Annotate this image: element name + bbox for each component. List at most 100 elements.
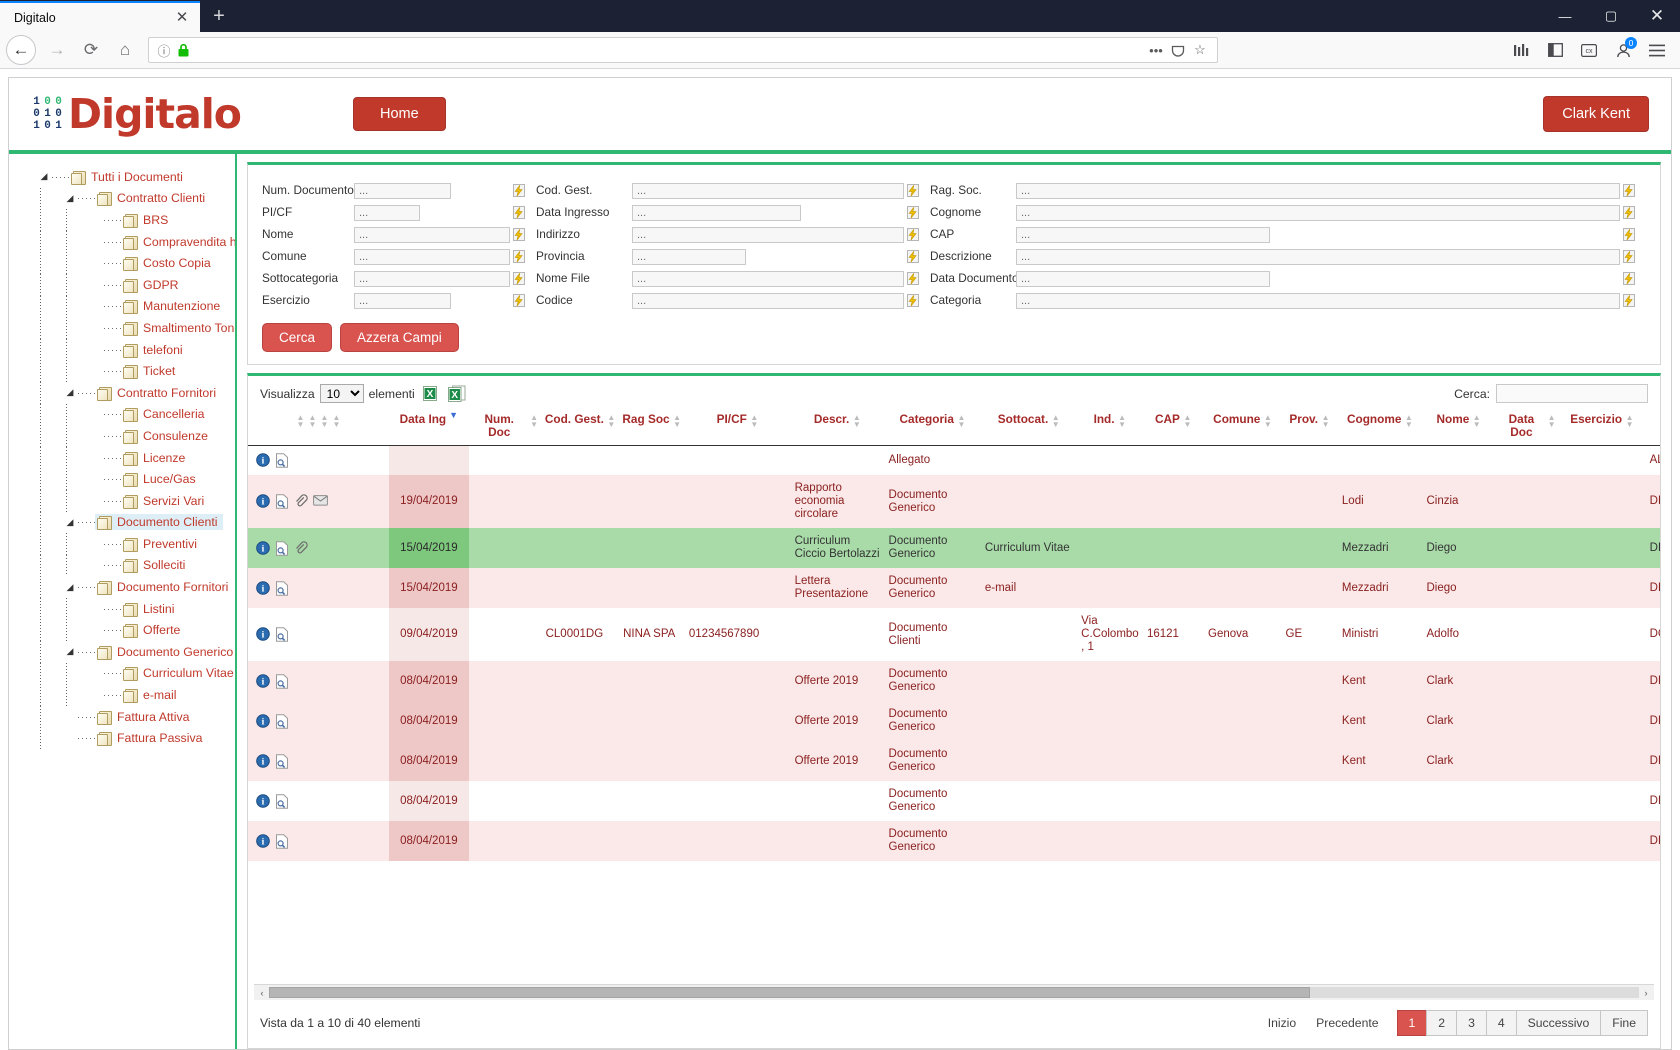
table-row[interactable]: i 08/04/2019 Offerte 2019 Documento Generic…	[248, 661, 1660, 701]
input-data-documento[interactable]	[1016, 271, 1270, 287]
tree-node-content[interactable]: GDPR	[121, 277, 185, 293]
table-header-num-doc[interactable]: Num. Doc ▲ ▼	[468, 409, 542, 446]
tree-node-content[interactable]: Curriculum Vitae	[121, 665, 235, 682]
excel-export-icon[interactable]: X	[422, 385, 440, 403]
lookup-lightning-icon[interactable]	[904, 204, 922, 220]
tree-node-content[interactable]: Servizi Vari	[121, 493, 210, 509]
table-header-sottocat[interactable]: Sottocat. ▲ ▼	[980, 409, 1078, 446]
scroll-track[interactable]	[269, 987, 1639, 998]
info-icon[interactable]: i	[256, 580, 271, 596]
attachment-icon[interactable]	[294, 494, 309, 509]
sort-arrows-icon[interactable]: ▲ ▼	[1625, 413, 1634, 430]
sort-arrows-icon[interactable]: ▲ ▼	[530, 413, 539, 430]
tree-node-content[interactable]: Documento Clienti	[95, 514, 224, 531]
lookup-lightning-icon[interactable]	[1620, 226, 1638, 242]
tree-node-content[interactable]: Cancelleria	[121, 406, 211, 423]
tree-node-content[interactable]: Ticket	[121, 363, 181, 380]
lookup-lightning-icon[interactable]	[904, 226, 922, 242]
tree-node-curriculum-vitae[interactable]: ····· Curriculum Vitae	[31, 662, 235, 685]
input-esercizio[interactable]	[354, 293, 451, 309]
url-bar[interactable]: ⓘ ••• ☆	[148, 37, 1218, 63]
scroll-right-icon[interactable]: ›	[1640, 987, 1652, 999]
tree-node-content[interactable]: BRS	[121, 212, 174, 228]
lookup-lightning-icon[interactable]	[1620, 292, 1638, 308]
tree-node-offerte[interactable]: ····· Offerte	[31, 619, 235, 642]
table-row[interactable]: i 08/04/2019 Offerte 2019 Documento Generic…	[248, 701, 1660, 741]
lookup-lightning-icon[interactable]	[904, 248, 922, 264]
sort-arrows-icon[interactable]: ▲ ▼	[1321, 413, 1330, 430]
tree-node-compravendita-hw-sw[interactable]: ····· Compravendita hw/sw	[31, 230, 235, 253]
window-close-icon[interactable]: ✕	[1634, 0, 1680, 32]
tree-node-consulenze[interactable]: ····· Consulenze	[31, 425, 235, 447]
preview-icon[interactable]	[275, 540, 290, 556]
tree-node-contratto-clienti[interactable]: ◢ ····· Contratto Clienti	[31, 187, 235, 210]
table-header-categoria[interactable]: Categoria ▲ ▼	[884, 409, 981, 446]
search-button[interactable]: Cerca	[262, 323, 333, 352]
table-row[interactable]: i 19/04/2019 Rapporto economia circolare Do…	[248, 475, 1660, 528]
excel-export-all-icon[interactable]: X	[447, 385, 466, 403]
tree-node-gdpr[interactable]: ····· GDPR	[31, 273, 235, 296]
table-header-descr[interactable]: Descr. ▲ ▼	[790, 409, 885, 446]
pagination-page-4[interactable]: 4	[1485, 1010, 1517, 1036]
browser-tab[interactable]: Digitalo ✕	[0, 1, 200, 32]
bookmark-star-icon[interactable]: ☆	[1189, 39, 1211, 61]
container-tabs-icon[interactable]: cx	[1572, 35, 1606, 65]
user-account-button[interactable]: Clark Kent	[1543, 96, 1649, 132]
pagination-page-2[interactable]: 2	[1426, 1010, 1458, 1036]
sort-arrows-icon[interactable]: ▲ ▼	[1051, 413, 1060, 430]
tree-node-content[interactable]: Consulenze	[121, 428, 214, 444]
info-icon[interactable]: i	[256, 494, 271, 509]
preview-icon[interactable]	[275, 453, 290, 468]
tree-expander-icon[interactable]: ◢	[63, 188, 77, 210]
tree-node-preventivi[interactable]: ····· Preventivi	[31, 533, 235, 555]
tree-node-content[interactable]: Tutti i Documenti	[69, 169, 189, 185]
tree-expander-icon[interactable]: ◢	[63, 382, 77, 404]
tree-node-fattura-passiva[interactable]: ····· Fattura Passiva	[31, 727, 235, 750]
tree-node-documento-generico[interactable]: ◢ ····· Documento Generico	[31, 641, 235, 663]
scroll-left-icon[interactable]: ‹	[256, 987, 268, 999]
hamburger-menu-icon[interactable]	[1640, 35, 1674, 65]
input-indirizzo[interactable]	[632, 227, 904, 243]
input-sottocategoria[interactable]	[354, 271, 510, 287]
preview-icon[interactable]	[275, 833, 290, 849]
account-notification-icon[interactable]: 0	[1606, 35, 1640, 65]
lookup-lightning-icon[interactable]	[510, 270, 528, 286]
sort-arrows-icon[interactable]: ▲ ▼	[1263, 413, 1272, 430]
table-header-cognome[interactable]: Cognome ▲ ▼	[1337, 409, 1423, 446]
table-header-cod-gest[interactable]: Cod. Gest. ▲ ▼	[541, 409, 620, 446]
tree-expander-icon[interactable]: ◢	[63, 512, 77, 534]
table-header-data-doc[interactable]: Data Doc ▲ ▼	[1495, 409, 1559, 446]
tree-node-telefoni[interactable]: ····· telefoni	[31, 338, 235, 361]
tree-node-e-mail[interactable]: ····· e-mail	[31, 684, 235, 706]
lookup-lightning-icon[interactable]	[510, 204, 528, 220]
pagination-previous[interactable]: Precedente	[1306, 1012, 1388, 1034]
table-row[interactable]: i 08/04/2019 Documento Generico DING-0000	[248, 821, 1660, 861]
tree-node-content[interactable]: Compravendita hw/sw	[121, 234, 235, 250]
tree-node-luce-gas[interactable]: ····· Luce/Gas	[31, 468, 235, 490]
forward-icon[interactable]: →	[40, 35, 74, 65]
reload-icon[interactable]: ⟳	[74, 35, 108, 65]
input-comune[interactable]	[354, 249, 510, 265]
input-num-documento[interactable]	[354, 183, 451, 199]
minimize-icon[interactable]: —	[1542, 0, 1588, 32]
lookup-lightning-icon[interactable]	[904, 270, 922, 286]
tree-node-manutenzione[interactable]: ····· Manutenzione	[31, 295, 235, 318]
tree-expander-icon[interactable]: ◢	[63, 576, 77, 598]
lookup-lightning-icon[interactable]	[904, 182, 922, 198]
pagination-last[interactable]: Fine	[1600, 1010, 1648, 1036]
maximize-icon[interactable]: ▢	[1588, 0, 1634, 32]
input-nome-file[interactable]	[632, 271, 904, 287]
tab-close-icon[interactable]: ✕	[172, 8, 192, 28]
tree-node-content[interactable]: Documento Fornitori	[95, 579, 234, 596]
input-cod-gest[interactable]	[632, 183, 904, 199]
table-header-cap[interactable]: CAP ▲ ▼	[1142, 409, 1205, 446]
tree-node-documento-fornitori[interactable]: ◢ ····· Documento Fornitori	[31, 576, 235, 598]
input-rag-soc[interactable]	[1016, 183, 1620, 199]
pagination-next[interactable]: Successivo	[1515, 1010, 1602, 1036]
tree-node-content[interactable]: Manutenzione	[121, 298, 226, 315]
sort-arrows-icon[interactable]: ▲ ▼	[308, 413, 317, 430]
preview-icon[interactable]	[275, 673, 290, 689]
lookup-lightning-icon[interactable]	[510, 248, 528, 264]
scroll-thumb[interactable]	[269, 987, 1311, 998]
sort-arrows-icon[interactable]: ▲ ▼	[332, 413, 341, 430]
